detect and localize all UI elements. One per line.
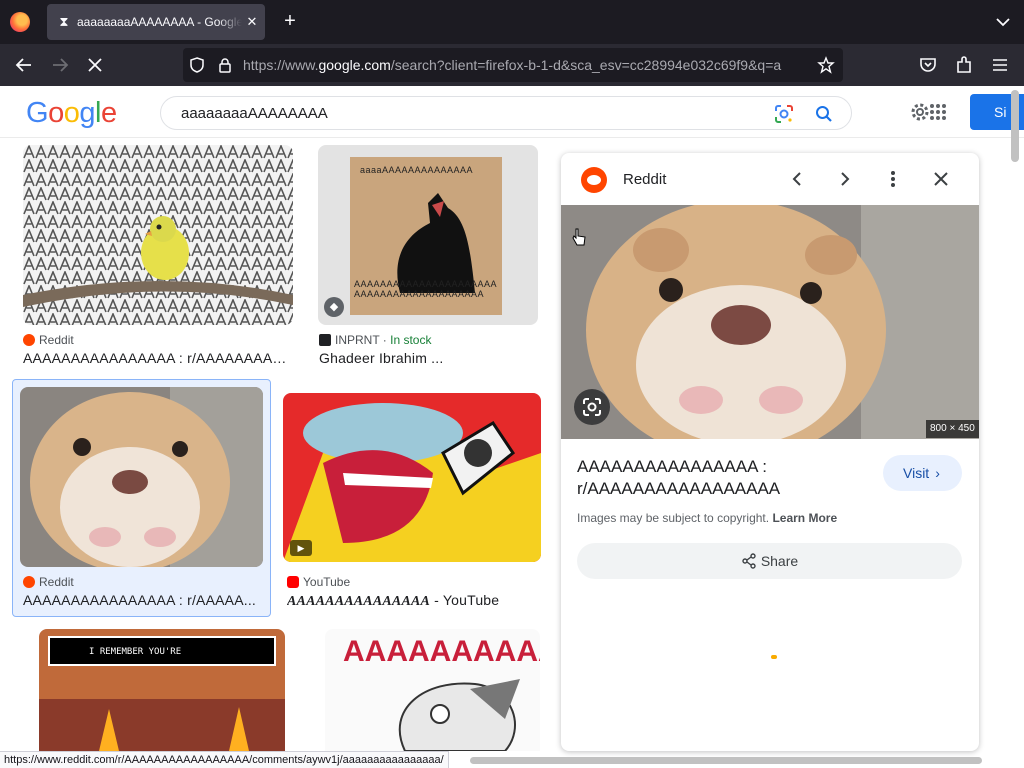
result-source[interactable]: Reddit [23, 575, 74, 589]
hourglass-icon: ⧗ [59, 14, 69, 29]
play-icon: ▶ [290, 540, 312, 556]
cat-text-top: aaaaAAAAAAAAAAAAAA [360, 165, 474, 175]
image-dimensions: 800 × 450 [926, 420, 979, 438]
result-source[interactable]: INPRNT · In stock [319, 333, 431, 347]
forward-icon[interactable] [49, 54, 71, 76]
reddit-icon [23, 334, 35, 346]
title-italic: AAAAAAAAAAAAAAA [287, 594, 431, 609]
result-title[interactable]: AAAAAAAAAAAAAAAA : r/AAAAA... [23, 592, 263, 608]
learn-more-link[interactable]: Learn More [772, 511, 837, 525]
bookmark-star-icon[interactable] [817, 56, 835, 74]
scream-cartoon-image [283, 393, 541, 562]
url-bar[interactable]: https://www.google.com/search?client=fir… [183, 48, 843, 82]
inprnt-icon [319, 334, 331, 346]
new-tab-button[interactable]: + [279, 10, 301, 32]
result-image-scream[interactable]: ▶ [283, 393, 541, 562]
result-source[interactable]: YouTube [287, 575, 350, 589]
tab-title: aaaaaaaaAAAAAAAA - Google Search [77, 15, 242, 29]
close-icon[interactable] [929, 167, 953, 191]
hamster-image [20, 387, 263, 567]
url-prefix: https://www. [243, 57, 319, 73]
chevron-down-icon[interactable] [993, 12, 1013, 32]
copyright-notice: Images may be subject to copyright. Lear… [577, 511, 837, 525]
image-preview-panel: Reddit 800 × 450 AAAAAAAAAAAAAAAA: r/AA… [561, 153, 979, 751]
cat-artwork: aaaaAAAAAAAAAAAAAA AAAAAAAAAAAAAAAAAAAAA… [350, 157, 502, 315]
parrot-drawing [398, 679, 520, 751]
source-label: INPRNT [335, 333, 380, 347]
source-label: YouTube [303, 575, 351, 589]
title-suffix: - YouTube [430, 592, 500, 608]
pocket-icon[interactable] [917, 54, 939, 76]
result-image-parrot[interactable]: AAAAAAAAAA [325, 629, 540, 751]
back-icon[interactable] [13, 54, 35, 76]
bird-image [23, 145, 293, 325]
loading-spinner [771, 655, 777, 659]
copyright-text: Images may be subject to copyright. [577, 511, 770, 525]
logo-letter: g [79, 97, 95, 129]
cat-text-bottom: AAAAAAAAAAAAAAAAAAAAAAAAAAAAAAAAAAAAAAAA… [354, 279, 498, 299]
lock-icon[interactable] [216, 56, 234, 74]
chevron-left-icon[interactable] [785, 167, 809, 191]
search-input[interactable]: aaaaaaaaAAAAAAAA [160, 96, 852, 130]
menu-icon[interactable] [989, 54, 1011, 76]
result-title[interactable]: AAAAAAAAAAAAAAA - YouTube [287, 592, 537, 610]
reddit-icon [23, 576, 35, 588]
cat-silhouette [397, 193, 475, 293]
reddit-icon [581, 167, 607, 193]
panel-source[interactable]: Reddit [623, 171, 666, 188]
result-title[interactable]: AAAAAAAAAAAAAAAA : r/AAAAAAAAA... [23, 350, 291, 366]
result-title[interactable]: Ghadeer Ibrahim ... [319, 350, 539, 366]
url-domain: google.com [318, 57, 391, 73]
share-label: Share [760, 553, 799, 569]
visit-button[interactable]: Visit › [883, 455, 962, 491]
result-image-hamster[interactable] [20, 387, 263, 567]
search-query[interactable]: aaaaaaaaAAAAAAAA [181, 105, 328, 122]
more-vert-icon[interactable] [881, 167, 905, 191]
stop-loading-icon[interactable] [84, 54, 106, 76]
google-logo[interactable]: Google [26, 97, 117, 130]
vertical-scrollbar[interactable] [1011, 90, 1019, 162]
source-label: Reddit [39, 333, 74, 347]
shield-icon[interactable] [188, 56, 206, 74]
lens-search-button[interactable] [574, 389, 610, 425]
result-image-cat[interactable]: aaaaAAAAAAAAAAAAAA AAAAAAAAAAAAAAAAAAAAA… [318, 145, 538, 325]
firefox-icon[interactable] [10, 12, 30, 32]
share-button[interactable]: Share [577, 543, 962, 579]
game-dialog-text: I REMEMBER YOU'RE [89, 647, 182, 657]
url-path: /search?client=firefox-b-1-d&sca_esv=cc2… [390, 57, 782, 73]
tab-bar: ⧗ aaaaaaaaAAAAAAAA - Google Search ✕ + [0, 0, 1024, 44]
logo-letter: o [48, 97, 64, 129]
panel-image[interactable] [561, 205, 979, 439]
hamster-large-image [561, 205, 979, 439]
status-bar-url: https://www.reddit.com/r/AAAAAAAAAAAAAAA… [0, 751, 449, 768]
parrot-text: AAAAAAAAAA [343, 635, 540, 668]
horizontal-scrollbar[interactable] [470, 757, 982, 764]
hand-cursor-icon [572, 228, 586, 246]
close-tab-icon[interactable]: ✕ [243, 13, 261, 31]
panel-title[interactable]: AAAAAAAAAAAAAAAA : r/AAAAAAAAAAAAAAAAA [577, 456, 867, 500]
chevron-right-icon: › [935, 465, 940, 481]
search-icon[interactable] [813, 103, 835, 125]
source-label: Reddit [39, 575, 74, 589]
lens-icon [583, 398, 601, 416]
result-source[interactable]: Reddit [23, 333, 74, 347]
logo-letter: e [100, 97, 117, 129]
chevron-right-icon[interactable] [833, 167, 857, 191]
result-image-bird[interactable] [23, 145, 293, 325]
youtube-icon [287, 576, 299, 588]
tab-google-search[interactable]: ⧗ aaaaaaaaAAAAAAAA - Google Search ✕ [47, 4, 265, 40]
result-image-game[interactable]: I REMEMBER YOU'RE [39, 629, 285, 751]
google-lens-icon[interactable] [773, 103, 795, 125]
share-icon [742, 553, 756, 569]
logo-letter: o [63, 97, 80, 129]
stock-status: In stock [390, 333, 432, 347]
price-tag-icon: ◆ [324, 297, 344, 317]
url-text[interactable]: https://www.google.com/search?client=fir… [243, 57, 809, 75]
logo-letter: G [26, 97, 49, 129]
visit-label: Visit [903, 465, 930, 481]
extensions-icon[interactable] [953, 54, 975, 76]
apps-grid-icon[interactable] [928, 102, 948, 122]
